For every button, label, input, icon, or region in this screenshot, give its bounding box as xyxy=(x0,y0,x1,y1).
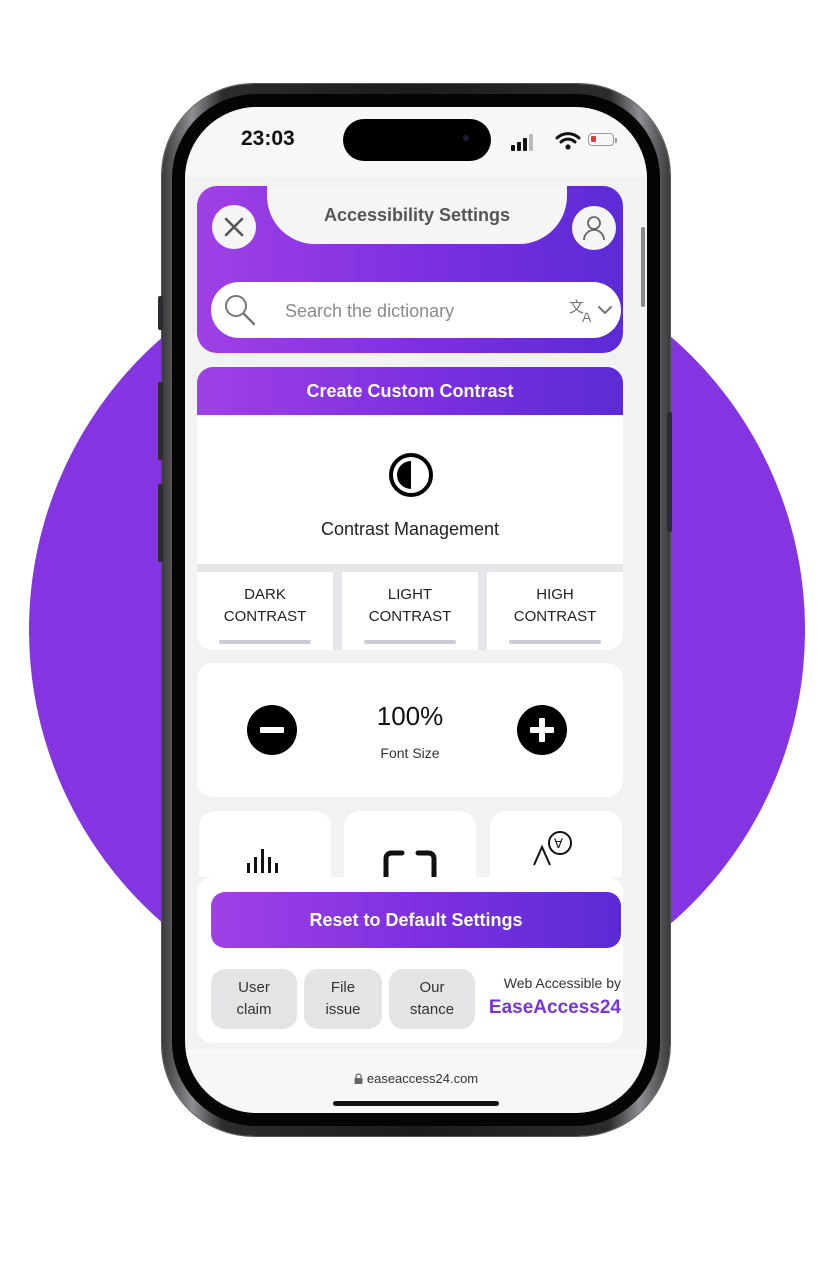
dictionary-search: 文 A xyxy=(211,282,621,340)
contrast-options: DARK CONTRAST LIGHT CONTRAST HIGH CONTRAST xyxy=(197,564,623,650)
volume-down-button xyxy=(158,484,163,562)
language-select[interactable]: 文 A xyxy=(567,296,619,325)
plus-icon xyxy=(530,718,554,742)
dynamic-island xyxy=(343,119,491,161)
light-contrast-button[interactable]: LIGHT CONTRAST xyxy=(342,572,478,650)
accessibility-header: Accessibility Settings 文 A xyxy=(197,186,623,353)
contrast-title: Contrast Management xyxy=(320,519,500,539)
browser-url-bar[interactable]: easeaccess24.com xyxy=(185,1049,647,1113)
home-indicator[interactable] xyxy=(333,1101,499,1106)
our-stance-link[interactable]: Our stance xyxy=(389,969,475,1029)
status-bar: 23:03 xyxy=(185,107,647,177)
user-icon xyxy=(583,216,605,241)
contrast-card: Create Custom Contrast Contrast Manageme… xyxy=(197,367,623,650)
status-time: 23:03 xyxy=(241,127,295,150)
powered-by-text: Web Accessible by xyxy=(503,975,621,991)
svg-text:∀: ∀ xyxy=(554,836,563,851)
brand-link[interactable]: EaseAccess24 xyxy=(475,997,621,1019)
scrollbar[interactable] xyxy=(641,227,645,307)
mute-switch xyxy=(158,296,163,330)
svg-text:A: A xyxy=(582,309,592,324)
focus-frame-icon xyxy=(383,850,437,879)
text-reader-icon: ∀ xyxy=(533,831,572,866)
close-button[interactable] xyxy=(212,205,256,249)
decrease-font-button[interactable] xyxy=(247,705,297,755)
dark-contrast-button[interactable]: DARK CONTRAST xyxy=(197,572,333,650)
audio-wave-icon xyxy=(247,849,278,873)
search-icon xyxy=(225,295,256,326)
file-issue-link[interactable]: File issue xyxy=(304,969,382,1029)
panel-title: Accessibility Settings xyxy=(267,186,567,244)
powered-by: Web Accessible by EaseAccess24 xyxy=(475,975,621,1019)
status-icons xyxy=(511,131,621,151)
search-input[interactable] xyxy=(283,282,537,340)
lock-icon xyxy=(354,1073,363,1084)
user-profile-button[interactable] xyxy=(572,206,616,250)
footer-card: Reset to Default Settings User claim File… xyxy=(197,877,623,1043)
minus-icon xyxy=(260,727,284,733)
phone-screen: 23:03 Accessibility Settings Search the … xyxy=(185,107,647,1113)
font-size-value: 100% xyxy=(376,701,444,731)
font-size-card: 100% Font Size xyxy=(197,663,623,797)
increase-font-button[interactable] xyxy=(517,705,567,755)
camera-dot xyxy=(463,135,469,141)
close-icon xyxy=(224,217,244,237)
battery-icon xyxy=(588,133,614,146)
url-text: easeaccess24.com xyxy=(366,1071,479,1086)
wifi-icon xyxy=(555,132,581,150)
translate-icon: 文 A xyxy=(569,298,612,325)
battery-tip xyxy=(615,138,617,143)
contrast-icon xyxy=(389,453,433,497)
power-button xyxy=(667,412,672,532)
reset-settings-button[interactable]: Reset to Default Settings xyxy=(211,892,621,948)
volume-up-button xyxy=(158,382,163,460)
high-contrast-button[interactable]: HIGH CONTRAST xyxy=(487,572,623,650)
bottom-panel: Reset to Default Settings User claim File… xyxy=(197,877,635,1043)
custom-contrast-button[interactable]: Create Custom Contrast xyxy=(197,367,623,415)
font-size-label: Font Size xyxy=(380,745,440,761)
url-display: easeaccess24.com xyxy=(185,1071,647,1086)
user-claim-link[interactable]: User claim xyxy=(211,969,297,1029)
